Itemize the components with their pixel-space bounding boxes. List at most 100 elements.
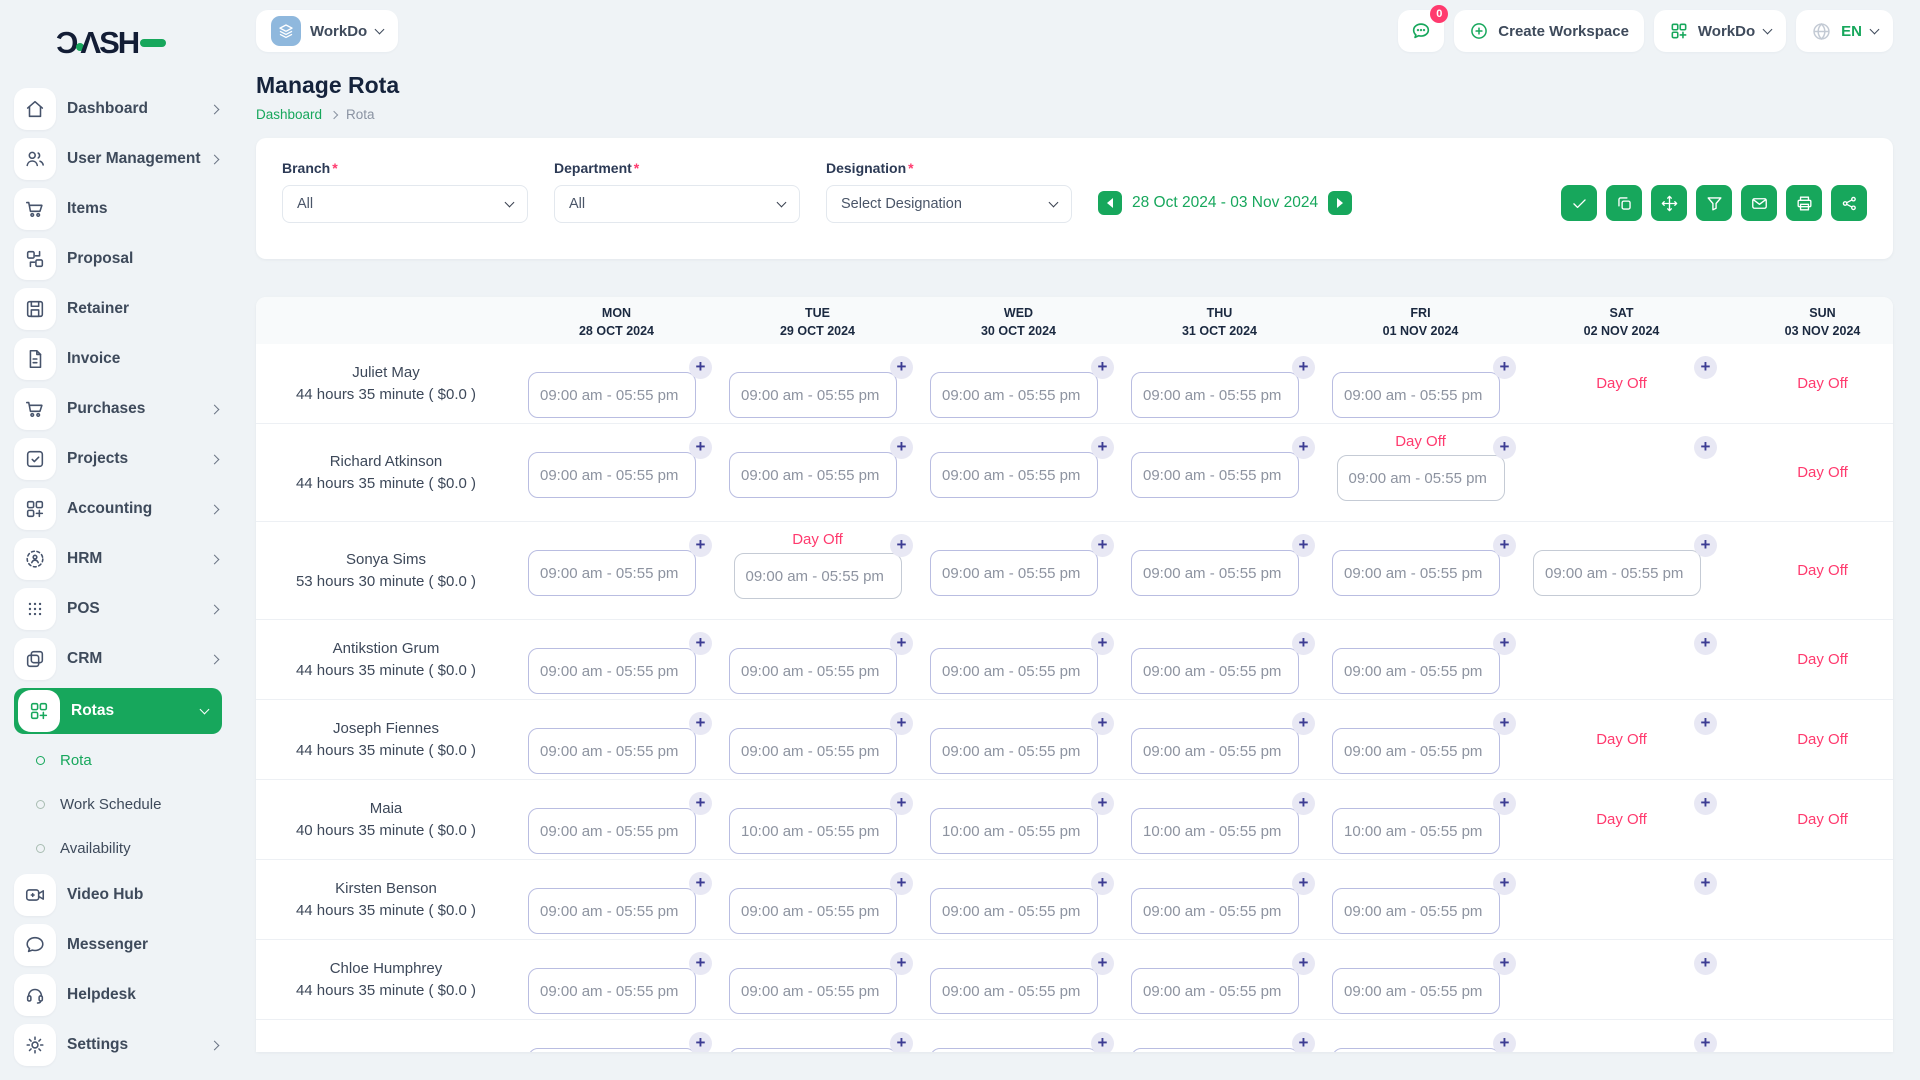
add-shift-button[interactable]: + bbox=[1091, 952, 1114, 975]
add-shift-button[interactable]: + bbox=[890, 632, 913, 655]
copy-button[interactable] bbox=[1606, 185, 1642, 221]
shift-chip[interactable]: 09:00 am - 05:55 pm bbox=[528, 452, 696, 498]
add-shift-button[interactable]: + bbox=[1292, 356, 1315, 379]
shift-chip[interactable]: 09:00 am - 05:55 pm bbox=[528, 648, 696, 694]
add-shift-button[interactable]: + bbox=[1493, 872, 1516, 895]
add-shift-button[interactable]: + bbox=[1694, 534, 1717, 557]
shift-chip[interactable]: 09:00 am - 05:55 pm bbox=[528, 808, 696, 854]
shift-chip[interactable]: 09:00 am - 05:55 pm bbox=[1533, 550, 1701, 596]
add-shift-button[interactable]: + bbox=[1091, 1032, 1114, 1052]
add-shift-button[interactable]: + bbox=[689, 356, 712, 379]
designation-select[interactable]: Select Designation bbox=[826, 185, 1072, 223]
sidebar-item-accounting[interactable]: Accounting bbox=[0, 484, 236, 534]
add-shift-button[interactable]: + bbox=[1694, 356, 1717, 379]
shift-chip[interactable]: 09:00 am - 05:55 pm bbox=[930, 550, 1098, 596]
shift-chip[interactable]: 09:00 am - 05:55 pm bbox=[1131, 648, 1299, 694]
move-button[interactable] bbox=[1651, 185, 1687, 221]
next-week-button[interactable] bbox=[1328, 191, 1352, 215]
shift-chip[interactable]: 09:00 am - 05:55 pm bbox=[1332, 648, 1500, 694]
add-shift-button[interactable]: + bbox=[1091, 436, 1114, 459]
add-shift-button[interactable]: + bbox=[890, 534, 913, 557]
sidebar-item-pos[interactable]: POS bbox=[0, 584, 236, 634]
add-shift-button[interactable]: + bbox=[1292, 792, 1315, 815]
shift-chip[interactable]: 09:00 am - 05:55 pm bbox=[528, 550, 696, 596]
sidebar-item-helpdesk[interactable]: Helpdesk bbox=[0, 970, 236, 1020]
confirm-button[interactable] bbox=[1561, 185, 1597, 221]
add-shift-button[interactable]: + bbox=[1091, 356, 1114, 379]
sidebar-item-retainer[interactable]: Retainer bbox=[0, 284, 236, 334]
add-shift-button[interactable]: + bbox=[1493, 1032, 1516, 1052]
shift-chip[interactable]: 09:00 am - 05:55 pm bbox=[1332, 728, 1500, 774]
add-shift-button[interactable]: + bbox=[890, 952, 913, 975]
shift-chip[interactable]: 09:00 am - 05:55 pm bbox=[528, 888, 696, 934]
shift-chip[interactable]: 09:00 am - 05:55 pm bbox=[1131, 372, 1299, 418]
add-shift-button[interactable]: + bbox=[1493, 534, 1516, 557]
shift-chip[interactable]: 10:00 am - 05:55 pm bbox=[1332, 808, 1500, 854]
add-shift-button[interactable]: + bbox=[1091, 872, 1114, 895]
add-shift-button[interactable]: + bbox=[1091, 534, 1114, 557]
sidebar-item-crm[interactable]: CRM bbox=[0, 634, 236, 684]
sidebar-item-proposal[interactable]: Proposal bbox=[0, 234, 236, 284]
add-shift-button[interactable]: + bbox=[890, 872, 913, 895]
shift-chip[interactable]: 10:00 am - 05:55 pm bbox=[930, 808, 1098, 854]
shift-chip[interactable]: 09:00 am - 05:55 pm bbox=[528, 372, 696, 418]
add-shift-button[interactable]: + bbox=[1493, 712, 1516, 735]
shift-chip[interactable]: 09:00 am - 05:55 pm bbox=[930, 888, 1098, 934]
add-shift-button[interactable]: + bbox=[1091, 792, 1114, 815]
share-button[interactable] bbox=[1831, 185, 1867, 221]
sidebar-item-invoice[interactable]: Invoice bbox=[0, 334, 236, 384]
add-shift-button[interactable]: + bbox=[1694, 436, 1717, 459]
shift-chip[interactable]: 10:00 am - 05:55 pm bbox=[1131, 808, 1299, 854]
shift-chip[interactable]: 09:00 am - 05:55 pm bbox=[1131, 452, 1299, 498]
add-shift-button[interactable]: + bbox=[1694, 632, 1717, 655]
breadcrumb-link-dashboard[interactable]: Dashboard bbox=[256, 107, 322, 122]
add-shift-button[interactable]: + bbox=[1493, 632, 1516, 655]
add-shift-button[interactable]: + bbox=[1292, 872, 1315, 895]
add-shift-button[interactable]: + bbox=[1493, 356, 1516, 379]
shift-chip[interactable]: 09:00 am - 05:55 pm bbox=[1332, 550, 1500, 596]
print-button[interactable] bbox=[1786, 185, 1822, 221]
sidebar-subitem-availability[interactable]: Availability bbox=[0, 826, 236, 870]
add-shift-button[interactable]: + bbox=[1292, 712, 1315, 735]
sidebar-item-hrm[interactable]: HRM bbox=[0, 534, 236, 584]
add-shift-button[interactable]: + bbox=[689, 872, 712, 895]
shift-chip[interactable]: 09:00 am - 05:55 pm bbox=[528, 1048, 696, 1052]
add-shift-button[interactable]: + bbox=[890, 436, 913, 459]
sidebar-item-projects[interactable]: Projects bbox=[0, 434, 236, 484]
shift-chip[interactable]: 09:00 am - 05:55 pm bbox=[1332, 968, 1500, 1014]
shift-chip[interactable]: 10:00 am - 05:55 pm bbox=[729, 808, 897, 854]
shift-chip[interactable]: 09:00 am - 05:55 pm bbox=[1332, 372, 1500, 418]
add-shift-button[interactable]: + bbox=[689, 436, 712, 459]
sidebar-subitem-rota[interactable]: Rota bbox=[0, 738, 236, 782]
add-shift-button[interactable]: + bbox=[689, 1032, 712, 1052]
department-select[interactable]: All bbox=[554, 185, 800, 223]
add-shift-button[interactable]: + bbox=[1493, 436, 1516, 459]
add-shift-button[interactable]: + bbox=[1292, 1032, 1315, 1052]
add-shift-button[interactable]: + bbox=[1292, 632, 1315, 655]
add-shift-button[interactable]: + bbox=[1694, 792, 1717, 815]
add-shift-button[interactable]: + bbox=[689, 534, 712, 557]
shift-chip[interactable]: 09:00 am - 05:55 pm bbox=[528, 728, 696, 774]
filter-button[interactable] bbox=[1696, 185, 1732, 221]
add-shift-button[interactable]: + bbox=[890, 712, 913, 735]
create-workspace-button[interactable]: Create Workspace bbox=[1454, 10, 1644, 52]
email-button[interactable] bbox=[1741, 185, 1777, 221]
add-shift-button[interactable]: + bbox=[1292, 436, 1315, 459]
shift-chip[interactable]: 09:00 am - 05:55 pm bbox=[930, 728, 1098, 774]
add-shift-button[interactable]: + bbox=[1694, 952, 1717, 975]
workspace-menu-button[interactable]: WorkDo bbox=[1654, 10, 1786, 52]
branch-select[interactable]: All bbox=[282, 185, 528, 223]
add-shift-button[interactable]: + bbox=[1292, 534, 1315, 557]
shift-chip[interactable]: 09:00 am - 05:55 pm bbox=[729, 968, 897, 1014]
sidebar-subitem-work-schedule[interactable]: Work Schedule bbox=[0, 782, 236, 826]
shift-chip[interactable]: 09:00 am - 05:55 pm bbox=[734, 553, 902, 599]
shift-chip[interactable]: 09:00 am - 05:55 pm bbox=[1332, 1048, 1500, 1052]
brand-logo[interactable]: ƆΛSH bbox=[0, 14, 236, 72]
add-shift-button[interactable]: + bbox=[1292, 952, 1315, 975]
add-shift-button[interactable]: + bbox=[1694, 712, 1717, 735]
add-shift-button[interactable]: + bbox=[1493, 952, 1516, 975]
shift-chip[interactable]: 09:00 am - 05:55 pm bbox=[930, 372, 1098, 418]
add-shift-button[interactable]: + bbox=[1694, 872, 1717, 895]
sidebar-item-dashboard[interactable]: Dashboard bbox=[0, 84, 236, 134]
shift-chip[interactable]: 09:00 am - 05:55 pm bbox=[930, 968, 1098, 1014]
